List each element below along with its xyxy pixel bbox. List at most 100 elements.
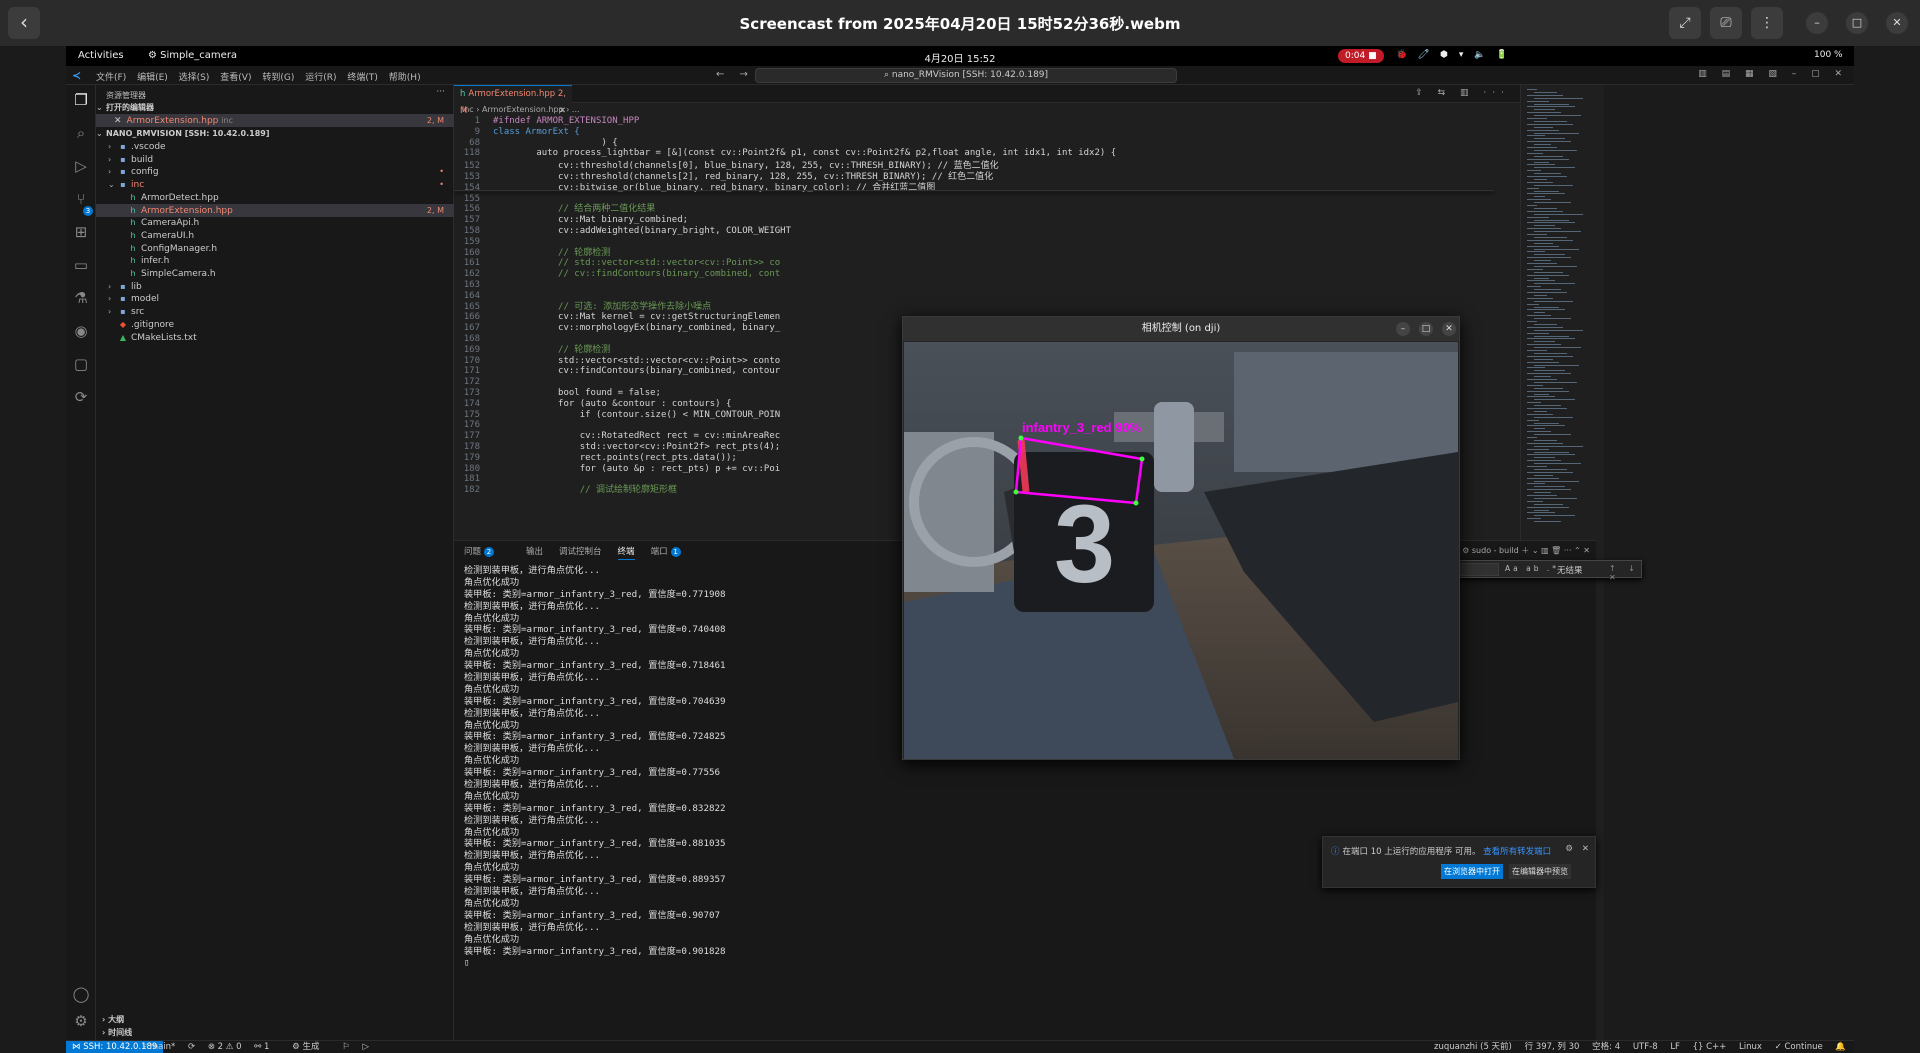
menu-file[interactable]: 文件(F) (96, 73, 126, 83)
menu-edit[interactable]: 编辑(E) (137, 73, 168, 83)
tree-item[interactable]: › ▪ .vscode (96, 140, 454, 153)
menu-terminal[interactable]: 终端(T) (347, 73, 378, 83)
close-button[interactable]: ✕ (1886, 12, 1908, 34)
tree-item[interactable]: h SimpleCamera.h (96, 267, 454, 280)
github-icon[interactable]: ◉ (66, 322, 96, 340)
os-indicator[interactable]: Linux (1739, 1042, 1762, 1052)
tree-item[interactable]: › ▪ build (96, 153, 454, 166)
menu-run[interactable]: 运行(R) (305, 73, 336, 83)
code-line[interactable]: 118 auto process_lightbar = [&](const cv… (454, 148, 1494, 160)
settings-gear-icon[interactable]: ⚙ (66, 1012, 96, 1030)
subtitles-button[interactable]: ⎚ (1710, 7, 1742, 39)
terminal-output[interactable]: 检测到装甲板，进行角点优化... 角点优化成功 装甲板: 类别=armor_infa… (464, 565, 726, 969)
open-in-browser-button[interactable]: 在浏览器中打开 (1441, 864, 1503, 879)
panel-tab[interactable]: 调试控制台 (559, 547, 602, 557)
code-line[interactable]: 153 cv::threshold(channels[2], red_binar… (454, 172, 1494, 183)
workspace-root[interactable]: ⌄ NANO_RMVISION [SSH: 10.42.0.189] (96, 127, 454, 140)
build-button[interactable]: ⚙ 生成 (292, 1042, 329, 1052)
chat-icon[interactable]: ▢ (66, 355, 96, 373)
run-debug-icon[interactable]: ▷ (66, 157, 96, 175)
camera-minimize-icon[interactable]: – (1396, 322, 1410, 336)
tree-item[interactable]: ▲ CMakeLists.txt (96, 331, 454, 344)
editor-actions-icon[interactable]: ⇪ ⇆ ▥ ··· (1415, 88, 1510, 98)
code-line[interactable]: 157 cv::Mat binary_combined; (454, 215, 1494, 226)
menu-go[interactable]: 转到(G) (262, 73, 294, 83)
code-line[interactable]: 1 #ifndef ARMOR_EXTENSION_HPP (454, 116, 1494, 127)
tree-item[interactable]: h CameraApi.h (96, 216, 454, 229)
tree-item[interactable]: › ▪ config • (96, 165, 454, 178)
forwarded-ports-link[interactable]: 查看所有转发端口 (1483, 847, 1551, 857)
code-line[interactable]: 161 // std::vector<std::vector<cv::Point… (454, 258, 1494, 269)
language-mode[interactable]: {} C++ (1693, 1042, 1727, 1052)
search-icon[interactable]: ⌕ (66, 124, 96, 142)
testing-icon[interactable]: ⚗ (66, 289, 96, 307)
panel-tab[interactable]: 输出 (526, 547, 543, 557)
open-editors-section[interactable]: ⌄ 打开的编辑器 (96, 101, 454, 114)
code-line[interactable]: 158 cv::addWeighted(binary_bright, COLOR… (454, 226, 1494, 237)
notification-gear-icon[interactable]: ⚙ (1565, 844, 1573, 854)
preview-in-editor-button[interactable]: 在编辑器中预览 (1509, 864, 1571, 879)
code-line[interactable]: 154 cv::bitwise_or(blue_binary, red_bina… (454, 183, 1494, 194)
ports-indicator[interactable]: ⚯ 1 (254, 1042, 279, 1052)
notification-close-icon[interactable]: ✕ (1582, 844, 1589, 854)
code-line[interactable]: 9 class ArmorExt { (454, 126, 1494, 138)
code-line[interactable]: 164 (454, 291, 1494, 302)
explorer-icon[interactable]: ❐ (66, 91, 96, 109)
tree-item[interactable]: h ArmorExtension.hpp 2, M (96, 203, 454, 217)
camera-maximize-icon[interactable]: □ (1419, 322, 1433, 336)
command-center[interactable]: ⌕ nano_RMVision [SSH: 10.42.0.189] (755, 68, 1177, 83)
timeline-section[interactable]: › 时间线 (96, 1026, 454, 1039)
camera-window-titlebar[interactable]: 相机控制 (on dji) (903, 317, 1459, 341)
minimize-button[interactable]: – (1806, 12, 1828, 34)
panel-tab[interactable]: 终端 (617, 547, 635, 560)
code-line[interactable]: 160 // 轮廓检测 (454, 248, 1494, 259)
nav-arrows-icon[interactable]: ← → (716, 69, 754, 80)
breadcrumb[interactable]: inc › ArmorExtension.hpp › ... (462, 105, 580, 114)
tree-item[interactable]: ⌄ ▪ inc • (96, 178, 454, 191)
menu-selection[interactable]: 选择(S) (179, 73, 210, 83)
tree-item[interactable]: h ConfigManager.h (96, 242, 454, 255)
encoding[interactable]: UTF-8 (1633, 1042, 1658, 1052)
account-icon[interactable]: ◯ (66, 985, 96, 1003)
problems-indicator[interactable]: ⊗ 2 ⚠ 0 (208, 1042, 242, 1052)
panel-tab[interactable]: 问题 2 (464, 547, 510, 557)
tree-item[interactable]: › ▪ src (96, 305, 454, 318)
minimap[interactable] (1520, 85, 1596, 540)
open-editor-item[interactable]: ✕ ArmorExtension.hpp inc 2, M (96, 114, 454, 127)
maximize-button[interactable]: □ (1846, 12, 1868, 34)
terminal-controls[interactable]: ⚙ sudo - build ＋ ⌄ ▥ 🗑 ··· ⌃ ✕ (1462, 545, 1590, 556)
tree-item[interactable]: h ArmorDetect.hpp (96, 191, 454, 204)
outline-section[interactable]: › 大纲 (96, 1013, 454, 1026)
code-line[interactable]: 68 ) { (454, 137, 1494, 149)
cursor-position[interactable]: 行 397, 列 30 (1525, 1042, 1580, 1052)
notifications-bell-icon[interactable]: 🔔 (1835, 1042, 1846, 1052)
more-actions-icon[interactable]: ··· (436, 87, 445, 97)
clock[interactable]: 4月20日 15:52 (66, 50, 1854, 65)
code-line[interactable]: 165 // 可选: 添加形态学操作去除小噪点 (454, 302, 1494, 313)
tray-icons[interactable]: 🐞 🧷 ⬢ ▾ 🔈 🔋 (1396, 50, 1512, 60)
git-blame[interactable]: zuquanzhi (5 天前) (1434, 1042, 1512, 1052)
menu-help[interactable]: 帮助(H) (389, 73, 421, 83)
eol[interactable]: LF (1670, 1042, 1680, 1052)
tree-item[interactable]: › ▪ lib (96, 280, 454, 293)
find-nav-icons[interactable]: ↑ ↓ ✕ (1609, 564, 1641, 582)
code-line[interactable]: 152 cv::threshold(channels[0], blue_bina… (454, 161, 1494, 172)
tree-item[interactable]: h CameraUI.h (96, 229, 454, 242)
tree-item[interactable]: › ▪ model (96, 292, 454, 305)
menu-button[interactable]: ⋮ (1751, 7, 1783, 39)
tree-item[interactable]: ◆ .gitignore (96, 318, 454, 331)
tree-item[interactable]: h infer.h (96, 254, 454, 267)
code-line[interactable]: 163 (454, 280, 1494, 291)
continue-status[interactable]: ✓ Continue (1775, 1042, 1823, 1052)
branch-indicator[interactable]: ⑂ main* ⟳ (142, 1042, 195, 1052)
extensions-icon[interactable]: ⊞ (66, 223, 96, 241)
recording-indicator[interactable]: 0:04 ■ (1338, 49, 1384, 63)
code-line[interactable]: 155 (454, 194, 1494, 205)
menu-view[interactable]: 查看(V) (220, 73, 251, 83)
code-line[interactable]: 162 // cv::findContours(binary_combined,… (454, 269, 1494, 280)
tab-armor-extension[interactable]: h ArmorExtension.hpp 2, M ✕ (454, 85, 572, 116)
fullscreen-button[interactable]: ⤢ (1669, 7, 1701, 39)
layout-controls-icon[interactable]: ▥ ▤ ▦ ▧ – ▢ ✕ (1698, 69, 1848, 79)
debug-icon[interactable]: ⚐ (342, 1042, 350, 1052)
code-line[interactable]: 159 (454, 237, 1494, 248)
